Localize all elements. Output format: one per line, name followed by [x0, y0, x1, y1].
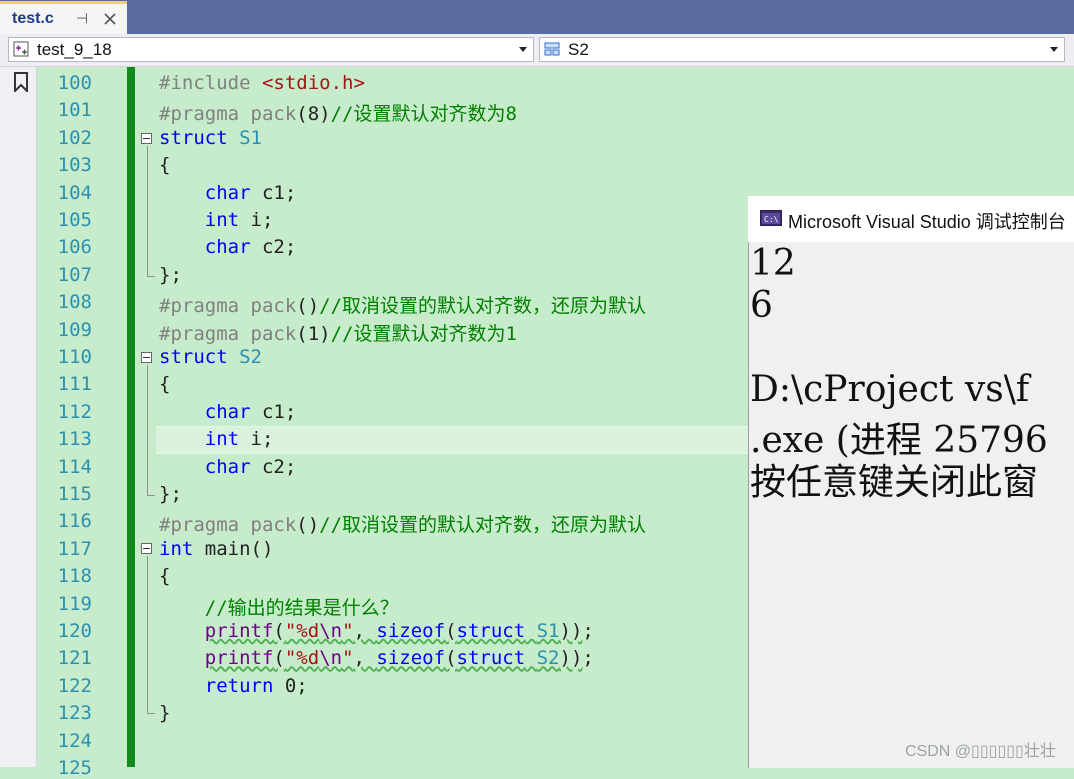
line-number: 117 [57, 537, 92, 560]
code-line[interactable]: { [159, 565, 170, 587]
member-name: S2 [568, 40, 589, 59]
project-name: test_9_18 [37, 40, 112, 59]
watermark: CSDN @▯▯▯▯▯▯壮壮 [905, 743, 1056, 760]
fold-guide-end [147, 495, 155, 496]
code-line[interactable]: }; [159, 264, 182, 286]
line-number: 114 [57, 455, 92, 478]
code-line[interactable]: int main() [159, 538, 273, 560]
chevron-down-icon[interactable] [1050, 47, 1058, 52]
project-dropdown[interactable]: test_9_18 [8, 37, 534, 62]
line-number: 113 [57, 428, 92, 451]
line-number: 101 [57, 99, 92, 122]
line-number: 116 [57, 510, 92, 533]
code-line[interactable]: return 0; [159, 675, 308, 697]
console-title: Microsoft Visual Studio 调试控制台 [788, 212, 1066, 232]
code-line[interactable]: struct S2 [159, 346, 262, 368]
console-title-bar[interactable]: C:\ Microsoft Visual Studio 调试控制台 [748, 196, 1074, 242]
fold-guide [147, 556, 148, 713]
console-line: 12 [750, 243, 796, 284]
code-line[interactable]: printf("%d\n", sizeof(struct S1)); [159, 620, 594, 642]
fold-guide-end [147, 713, 155, 714]
line-number: 124 [57, 729, 92, 752]
line-number: 120 [57, 620, 92, 642]
line-number: 125 [57, 757, 92, 779]
navigation-bar: test_9_18 S2 [0, 34, 1074, 67]
code-line[interactable]: { [159, 154, 170, 176]
line-number: 123 [57, 702, 92, 725]
line-number: 118 [57, 565, 92, 588]
tab-title[interactable]: test.c [12, 10, 54, 28]
line-number: 108 [57, 291, 92, 314]
console-line: 6 [750, 285, 773, 326]
line-number: 111 [57, 373, 92, 396]
line-number: 112 [57, 400, 92, 423]
code-line[interactable]: #include <stdio.h> [159, 72, 365, 94]
line-number: 100 [57, 72, 92, 94]
code-line[interactable]: #pragma pack(1)//设置默认对齐数为1 [159, 319, 517, 346]
svg-text:C:\: C:\ [764, 215, 779, 224]
console-line: 按任意键关闭此窗 [750, 462, 1039, 503]
line-number: 103 [57, 154, 92, 177]
line-number: 105 [57, 209, 92, 231]
console-line: D:\cProject vs\f [750, 369, 1030, 410]
line-number: 106 [57, 236, 92, 259]
console-app-icon: C:\ [760, 210, 782, 226]
project-icon [13, 41, 29, 57]
line-number: 109 [57, 318, 92, 341]
code-line[interactable]: } [159, 702, 170, 724]
line-number: 110 [57, 346, 92, 368]
line-number: 115 [57, 483, 92, 505]
code-line[interactable]: char c2; [159, 236, 297, 258]
close-icon[interactable] [100, 9, 120, 29]
code-line[interactable]: int i; [159, 209, 274, 231]
code-line[interactable]: char c1; [159, 401, 297, 423]
fold-toggle-main[interactable] [141, 543, 152, 554]
fold-guide-end [147, 276, 155, 277]
line-number: 119 [57, 592, 92, 615]
code-line[interactable]: struct S1 [159, 127, 262, 149]
code-line[interactable]: char c2; [159, 456, 297, 478]
code-line[interactable]: //输出的结果是什么？ [159, 593, 399, 620]
fold-toggle-s1[interactable] [141, 133, 152, 144]
document-tab-bar [0, 0, 1074, 34]
bookmark-icon[interactable] [12, 72, 30, 92]
document-tab[interactable]: test.c ⊣ [0, 1, 127, 34]
member-dropdown[interactable]: S2 [539, 37, 1065, 62]
code-line[interactable]: #pragma pack()//取消设置的默认对齐数，还原为默认 [159, 291, 646, 318]
line-number: 121 [57, 647, 92, 670]
pin-icon[interactable]: ⊣ [76, 11, 88, 27]
code-line[interactable]: printf("%d\n", sizeof(struct S2)); [159, 647, 594, 669]
fold-toggle-s2[interactable] [141, 352, 152, 363]
line-number: 107 [57, 263, 92, 286]
line-number: 102 [57, 126, 92, 149]
fold-guide [147, 365, 148, 495]
change-tracking-bar [127, 67, 135, 767]
code-line[interactable]: { [159, 373, 170, 395]
line-number: 122 [57, 674, 92, 697]
code-line[interactable]: char c1; [159, 182, 297, 204]
code-line[interactable]: #pragma pack(8)//设置默认对齐数为8 [159, 99, 517, 126]
fold-guide [147, 146, 148, 276]
struct-icon [544, 42, 560, 56]
code-line[interactable]: }; [159, 483, 182, 505]
code-line[interactable]: int i; [159, 428, 274, 450]
indicator-margin[interactable] [0, 67, 37, 767]
chevron-down-icon[interactable] [519, 47, 527, 52]
line-number: 104 [57, 181, 92, 204]
code-line[interactable]: #pragma pack()//取消设置的默认对齐数，还原为默认 [159, 510, 646, 537]
